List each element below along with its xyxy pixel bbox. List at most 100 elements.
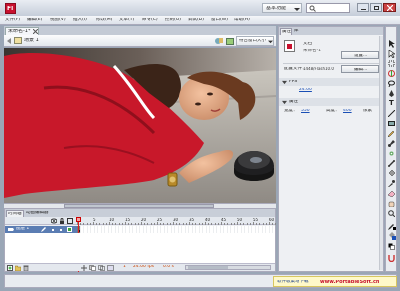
status-bar: 软件收集与下载 www.PortableSoft.cn: [0, 273, 400, 291]
menu-item[interactable]: 控制(O): [165, 18, 181, 23]
lock-icon[interactable]: [59, 218, 65, 224]
pen-tool-icon[interactable]: [388, 90, 395, 97]
tab-library[interactable]: 库: [293, 28, 303, 35]
center-frame-icon[interactable]: [81, 265, 87, 271]
doc-type: 文档: [303, 42, 312, 46]
tab-properties[interactable]: 属性: [280, 28, 292, 35]
app-logo: Fl: [5, 3, 16, 14]
fps-section-header[interactable]: FPS: [279, 78, 383, 86]
layer-outline-box[interactable]: [67, 227, 72, 232]
subselection-tool-icon[interactable]: [388, 50, 395, 58]
frame-tick: [259, 223, 261, 225]
deco-tool-icon[interactable]: [388, 150, 395, 157]
fps-value[interactable]: 24.00: [299, 88, 312, 93]
frame-tick: [205, 222, 206, 225]
layer-controls-header: [5, 217, 77, 225]
delete-layer-icon[interactable]: [23, 265, 29, 271]
new-folder-icon[interactable]: [15, 265, 21, 271]
frame-tick: [265, 223, 267, 225]
edit-scene-icon[interactable]: [226, 37, 234, 45]
layer-icon: [8, 228, 14, 231]
menu-item[interactable]: 编辑(E): [27, 18, 42, 23]
eraser-tool-icon[interactable]: [388, 190, 395, 197]
brush-tool-icon[interactable]: [388, 140, 395, 147]
layer-row[interactable]: 图层 1: [5, 226, 77, 233]
layer-lock-dot[interactable]: [60, 229, 62, 231]
frame-tick: [195, 223, 197, 225]
pencil-tool-icon[interactable]: [388, 130, 395, 137]
lasso-tool-icon[interactable]: [388, 80, 395, 87]
selection-tool-icon[interactable]: [388, 40, 395, 48]
panel-scrollbar[interactable]: [379, 36, 383, 270]
frame-tick: [118, 223, 120, 225]
menu-item[interactable]: 文件(F): [5, 18, 20, 23]
menu-item[interactable]: 文本(T): [119, 18, 134, 23]
tab-motion-editor[interactable]: 动画编辑器: [25, 210, 51, 217]
height-value[interactable]: 400: [343, 109, 352, 114]
swap-colors-icon[interactable]: [388, 243, 395, 250]
scrollbar-thumb[interactable]: [188, 266, 228, 269]
paint-bucket-tool-icon[interactable]: [388, 170, 395, 177]
menu-item[interactable]: 调试(D): [188, 18, 204, 23]
search-input[interactable]: [306, 3, 350, 13]
timeline-scrollbar[interactable]: [185, 265, 271, 270]
stage[interactable]: [4, 48, 276, 203]
frame-tick: [157, 222, 158, 225]
edit-multiple-frames-icon[interactable]: [107, 265, 114, 271]
tab-timeline[interactable]: 时间轴: [6, 210, 24, 217]
eye-icon[interactable]: [51, 218, 57, 224]
menu-item[interactable]: 修改(M): [96, 18, 112, 23]
layer-name[interactable]: 图层 1: [16, 227, 29, 232]
fill-color-icon[interactable]: [388, 232, 396, 240]
zoom-select[interactable]: 符合窗口大小: [236, 36, 274, 46]
outline-icon[interactable]: [67, 218, 73, 224]
free-transform-tool-icon[interactable]: [388, 60, 395, 67]
back-arrow-icon[interactable]: [6, 38, 12, 44]
edit-symbols-icon[interactable]: [215, 37, 223, 45]
minimize-button[interactable]: [357, 3, 369, 12]
hand-tool-icon[interactable]: [388, 200, 395, 207]
bone-tool-icon[interactable]: [388, 160, 395, 167]
stroke-color-icon[interactable]: [388, 222, 396, 230]
scene-label[interactable]: 场景 1: [24, 38, 39, 43]
frame-tick: [182, 223, 184, 225]
menu-item[interactable]: 窗口(W): [211, 18, 228, 23]
close-button[interactable]: [383, 3, 396, 12]
document-tab-label: 未命名-1*: [8, 29, 31, 34]
timeline-tab-strip: 时间轴 动画编辑器: [5, 209, 275, 217]
3d-rotation-tool-icon[interactable]: [388, 70, 395, 77]
size-section-header[interactable]: 属性: [279, 98, 383, 106]
snap-magnet-icon[interactable]: [388, 255, 395, 262]
onion-skin-icon[interactable]: [89, 265, 96, 271]
frame-tick: [169, 223, 171, 225]
maximize-button[interactable]: [370, 3, 382, 12]
edit-profile-button[interactable]: 编辑...: [341, 65, 379, 73]
onion-outline-icon[interactable]: [98, 265, 105, 271]
line-tool-icon[interactable]: [388, 110, 395, 117]
document-tab[interactable]: 未命名-1*: [5, 27, 39, 35]
menu-item[interactable]: 帮助(H): [234, 18, 250, 23]
layer-visible-dot[interactable]: [52, 229, 54, 231]
close-icon[interactable]: [33, 29, 38, 34]
menu-item[interactable]: 视图(V): [50, 18, 66, 23]
size-unit: 像素: [363, 109, 372, 113]
publish-settings-button[interactable]: 设置...: [341, 51, 379, 59]
chevron-down-icon: [268, 40, 273, 44]
width-value[interactable]: 550: [301, 109, 310, 114]
rectangle-tool-icon[interactable]: [388, 120, 395, 127]
tab-motion-editor-label: 动画编辑器: [26, 211, 49, 215]
text-tool-icon[interactable]: T: [389, 100, 394, 107]
frame-cells[interactable]: [77, 226, 275, 233]
properties-tab-strip: 属性 库: [279, 27, 383, 35]
frame-ruler[interactable]: 5 10 15 20 25 30 35 40 45 50 55 60: [77, 217, 286, 225]
maximize-icon: [374, 6, 379, 10]
workspace-switcher[interactable]: 基本功能: [262, 3, 302, 13]
zoom-tool-icon[interactable]: [388, 210, 395, 217]
fps-readout: 24.00 fps: [133, 265, 155, 269]
menu-item[interactable]: 插入(I): [73, 18, 87, 23]
new-layer-icon[interactable]: [7, 265, 13, 271]
menu-item[interactable]: 命令(C): [142, 18, 158, 23]
eyedropper-tool-icon[interactable]: [388, 180, 395, 187]
playhead-handle[interactable]: [76, 217, 81, 222]
frame-tick: [275, 223, 277, 225]
